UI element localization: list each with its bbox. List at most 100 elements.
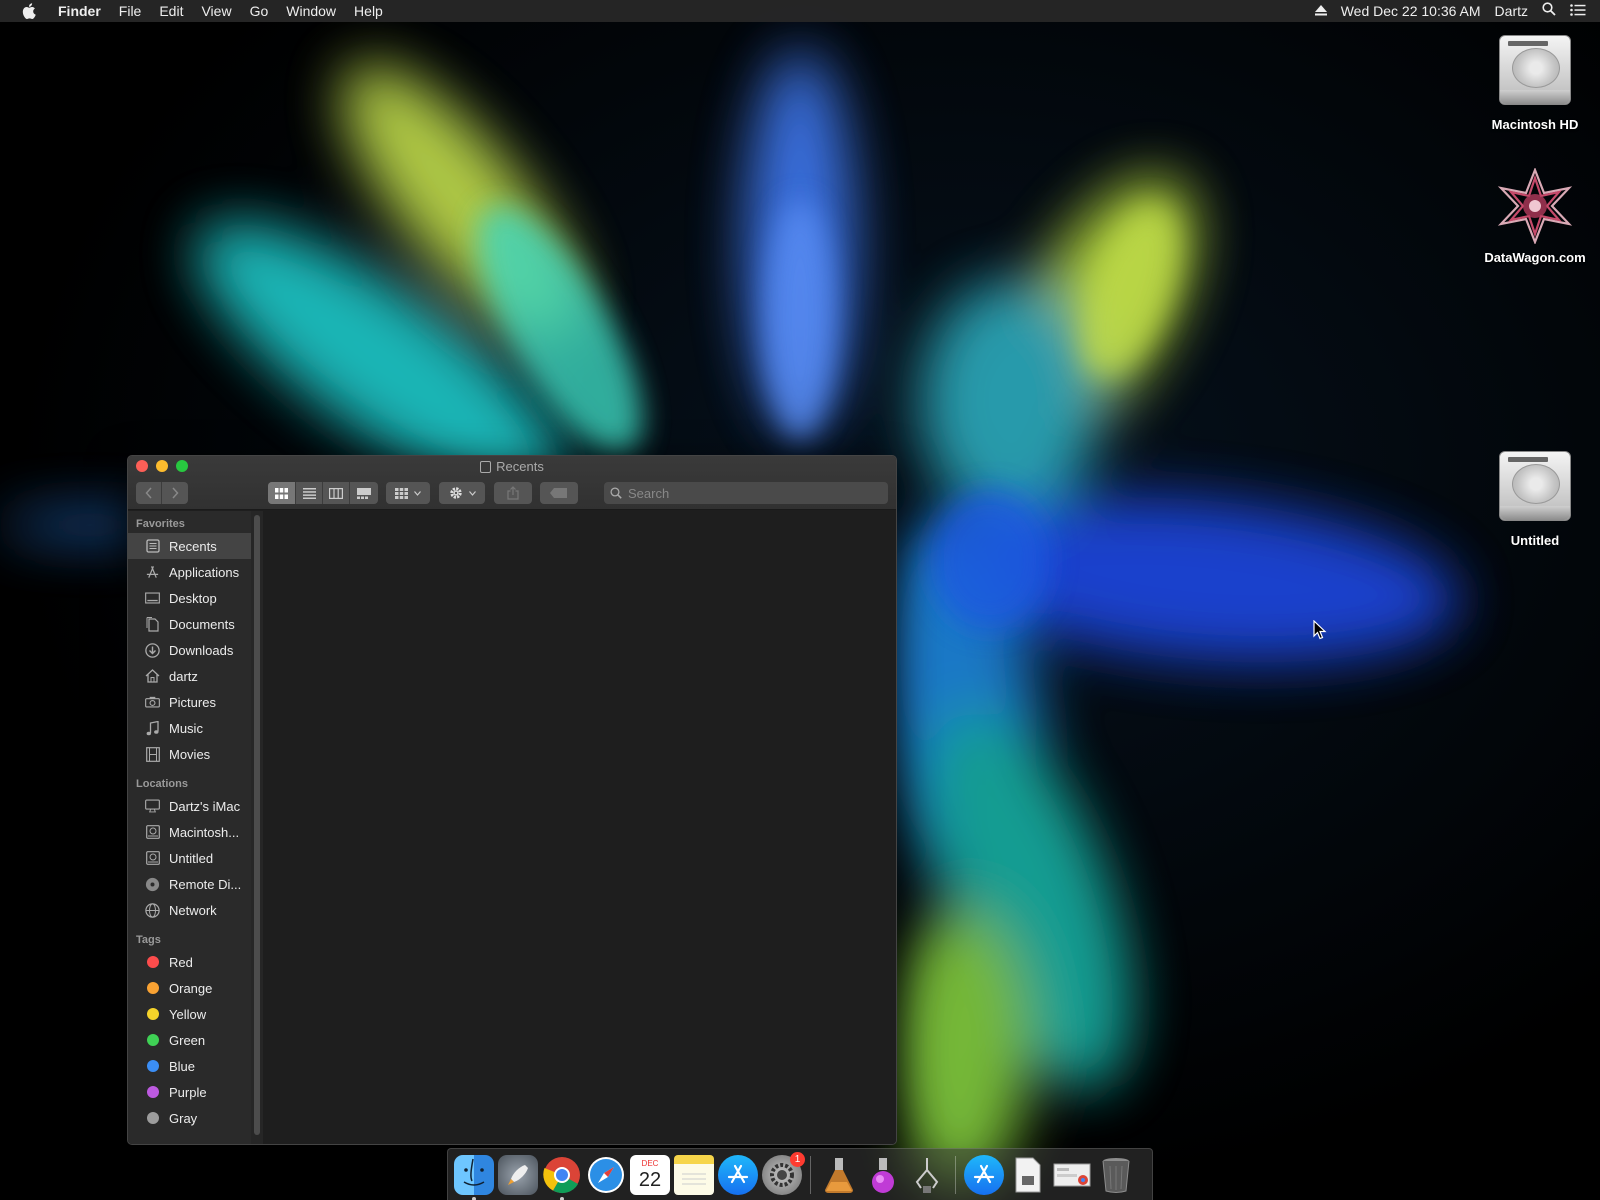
icon-grid-icon	[275, 487, 288, 499]
sidebar-item-label: Remote Di...	[169, 876, 242, 892]
sidebar-item-label: Purple	[169, 1084, 207, 1100]
icon-view-button[interactable]	[268, 482, 296, 504]
sidebar-item-macintosh-hd[interactable]: Macintosh...	[128, 819, 251, 845]
tag-color-dot	[146, 982, 159, 994]
sidebar-item-movies[interactable]: Movies	[128, 741, 251, 767]
sidebar-item-label: Orange	[169, 980, 213, 996]
sidebar-tag-purple[interactable]: Purple	[128, 1079, 251, 1105]
apple-menu-icon[interactable]	[19, 0, 39, 22]
menu-app-name[interactable]: Finder	[49, 0, 110, 22]
tag-color-dot	[146, 1112, 159, 1124]
dock-installer-app[interactable]	[863, 1155, 903, 1195]
menu-file[interactable]: File	[110, 0, 151, 22]
sidebar-item-music[interactable]: Music	[128, 715, 251, 741]
tag-icon	[550, 488, 567, 498]
screenshot-stack-icon	[1053, 1163, 1091, 1186]
menu-clock[interactable]: Wed Dec 22 10:36 AM	[1334, 0, 1488, 22]
tags-button[interactable]	[540, 482, 578, 504]
sidebar-scrollbar[interactable]	[251, 511, 263, 1144]
dock-notes[interactable]	[674, 1154, 714, 1195]
sidebar-item-documents[interactable]: Documents	[128, 611, 251, 637]
sidebar-item-untitled[interactable]: Untitled	[128, 845, 251, 871]
gallery-view-button[interactable]	[350, 482, 378, 504]
share-button[interactable]	[494, 482, 532, 504]
dock-launchpad[interactable]	[498, 1154, 538, 1195]
search-field[interactable]: Search	[604, 482, 888, 504]
sidebar-tag-green[interactable]: Green	[128, 1027, 251, 1053]
dock-chrome[interactable]	[542, 1155, 582, 1200]
notification-center-icon[interactable]	[1563, 0, 1600, 22]
menu-bar: Finder File Edit View Go Window Help Wed…	[0, 0, 1600, 22]
rocket-icon	[508, 1164, 528, 1185]
eject-icon[interactable]	[1308, 0, 1334, 22]
dock-finder[interactable]	[454, 1154, 494, 1200]
dock-calendar[interactable]: DEC 22	[630, 1154, 670, 1195]
imac-icon	[145, 799, 160, 814]
menu-user-name[interactable]: Dartz	[1488, 0, 1535, 22]
sidebar-item-imac[interactable]: Dartz's iMac	[128, 793, 251, 819]
group-by-button[interactable]	[386, 482, 430, 504]
sidebar-tag-blue[interactable]: Blue	[128, 1053, 251, 1079]
compass-icon	[588, 1156, 624, 1193]
menu-help[interactable]: Help	[345, 0, 392, 22]
notification-badge: 1	[790, 1151, 805, 1167]
menu-window[interactable]: Window	[277, 0, 345, 22]
dock-installer-macos[interactable]	[819, 1155, 859, 1195]
window-titlebar[interactable]: Recents Search	[128, 456, 896, 510]
chevron-down-icon	[468, 490, 476, 496]
sidebar-item-remote-disc[interactable]: Remote Di...	[128, 871, 251, 897]
star-emblem-icon	[1497, 166, 1573, 246]
dock-safari[interactable]	[586, 1155, 626, 1195]
sidebar-item-label: Documents	[169, 616, 235, 632]
calendar-day: 22	[638, 1168, 662, 1191]
sidebar-tag-red[interactable]: Red	[128, 949, 251, 975]
tag-color-dot	[146, 1060, 159, 1072]
dock-app-store[interactable]	[718, 1154, 758, 1195]
desktop-icon-untitled[interactable]: Untitled	[1475, 448, 1595, 548]
sidebar-item-downloads[interactable]: Downloads	[128, 637, 251, 663]
sidebar-item-applications[interactable]: Applications	[128, 559, 251, 585]
hard-drive-icon	[1497, 35, 1573, 111]
document-icon	[1015, 1157, 1041, 1192]
menu-go[interactable]: Go	[241, 0, 278, 22]
spotlight-search-icon[interactable]	[1535, 0, 1563, 22]
desktop-icon-macintosh-hd[interactable]: Macintosh HD	[1475, 32, 1595, 132]
sidebar-tag-gray[interactable]: Gray	[128, 1105, 251, 1131]
sidebar-item-label: Red	[169, 954, 193, 970]
sidebar-tag-orange[interactable]: Orange	[128, 975, 251, 1001]
sidebar-section-favorites: Favorites	[136, 518, 185, 530]
sidebar-item-home[interactable]: dartz	[128, 663, 251, 689]
dock-system-preferences[interactable]: 1	[762, 1151, 805, 1195]
forward-button[interactable]	[162, 482, 188, 504]
dock-separator	[810, 1155, 811, 1194]
calendar-month: DEC	[641, 1158, 659, 1168]
sidebar-tag-yellow[interactable]: Yellow	[128, 1001, 251, 1027]
app-store-icon	[727, 1164, 749, 1183]
sidebar-item-network[interactable]: Network	[128, 897, 251, 923]
column-view-button[interactable]	[323, 482, 350, 504]
menu-edit[interactable]: Edit	[150, 0, 192, 22]
dock-trash[interactable]	[1096, 1155, 1136, 1195]
tag-color-dot	[146, 1086, 159, 1098]
nav-buttons	[136, 482, 188, 504]
dock-utility-app[interactable]	[907, 1155, 947, 1195]
list-view-button[interactable]	[296, 482, 323, 504]
list-icon	[302, 487, 316, 499]
documents-icon	[145, 616, 160, 632]
sidebar-item-recents[interactable]: Recents	[128, 533, 251, 559]
dock-documents-stack[interactable]	[1008, 1155, 1048, 1195]
action-button[interactable]	[439, 482, 485, 504]
dock-applications-stack[interactable]	[964, 1154, 1004, 1195]
dock-separator	[955, 1155, 956, 1194]
sidebar-item-pictures[interactable]: Pictures	[128, 689, 251, 715]
back-button[interactable]	[136, 482, 162, 504]
dock-downloads-stack[interactable]	[1052, 1155, 1092, 1195]
dock: DEC 22 1	[447, 1148, 1153, 1200]
globe-icon	[145, 902, 160, 918]
sidebar-item-desktop[interactable]: Desktop	[128, 585, 251, 611]
finder-window: Recents Search Favorites Recents Applica…	[127, 455, 897, 1145]
desktop-icon-datawagon[interactable]: DataWagon.com	[1475, 166, 1595, 265]
menu-view[interactable]: View	[192, 0, 240, 22]
sidebar-item-label: Music	[169, 720, 203, 736]
file-content-area[interactable]	[263, 511, 896, 1144]
